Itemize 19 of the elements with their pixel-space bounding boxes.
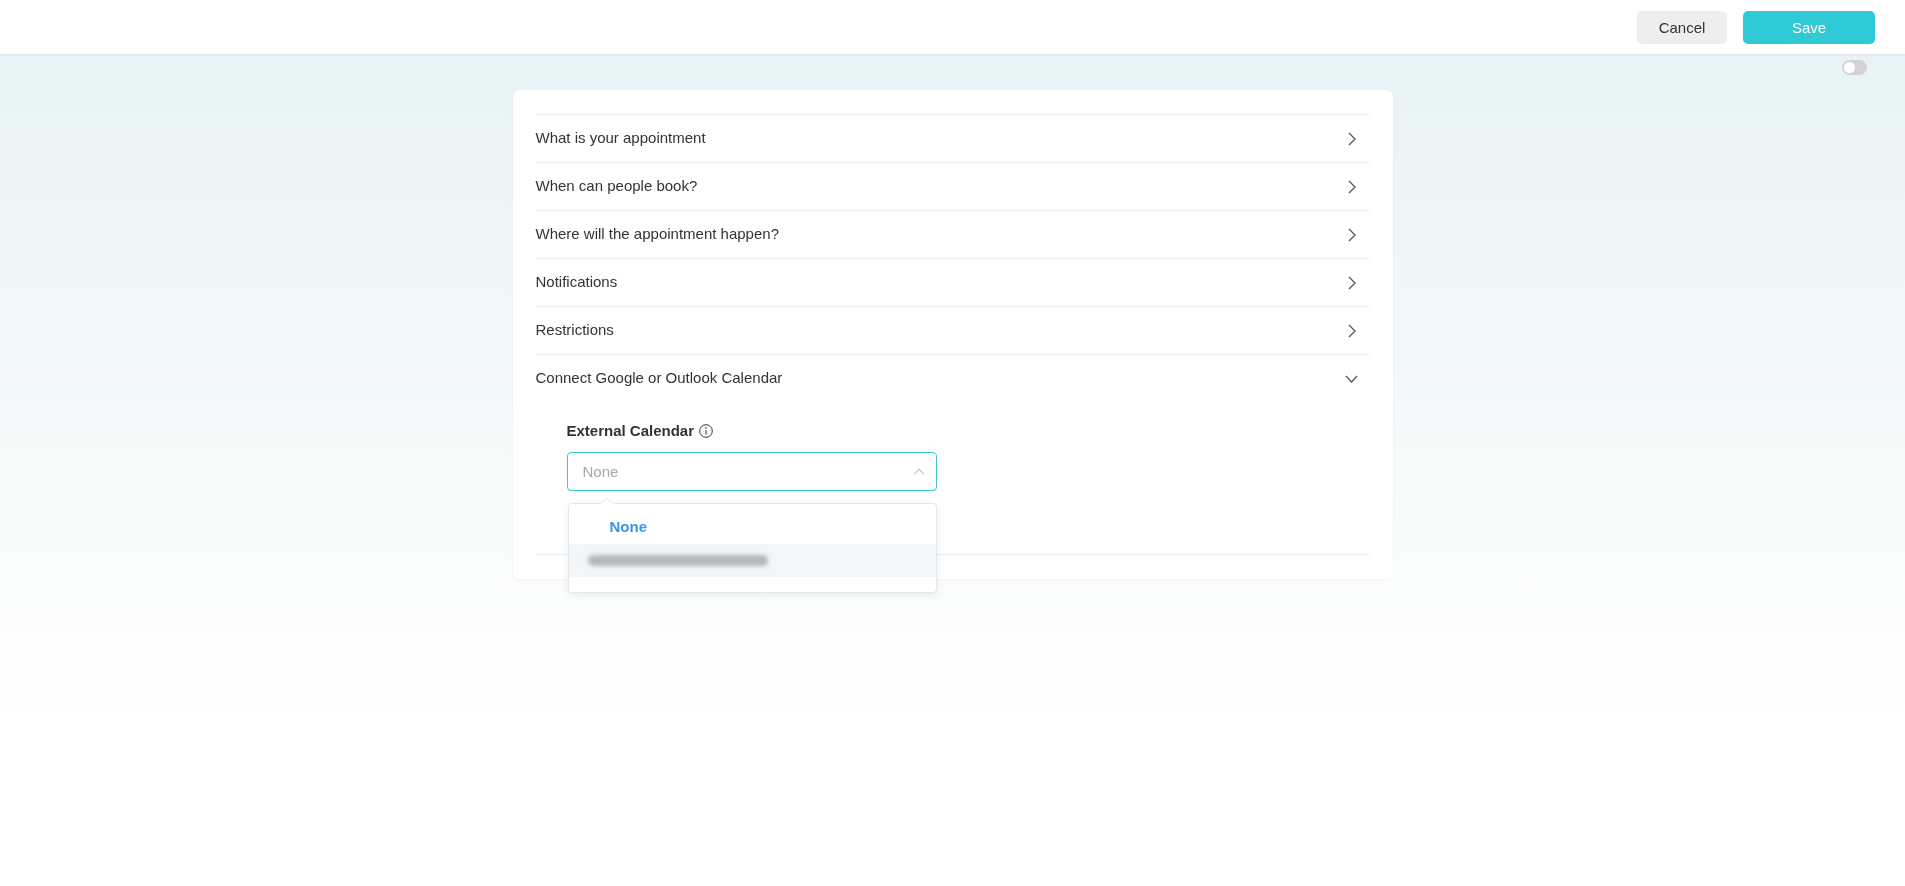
dropdown-option[interactable]	[568, 544, 936, 577]
accordion-header[interactable]: Connect Google or Outlook Calendar	[535, 355, 1370, 402]
select-field[interactable]: None	[566, 452, 937, 491]
info-icon	[699, 424, 714, 438]
accordion-header[interactable]: What is your appointment	[535, 115, 1370, 162]
accordion-header[interactable]: Where will the appointment happen?	[535, 211, 1370, 258]
chevron-right-icon	[1347, 275, 1356, 290]
chevron-up-icon	[912, 468, 925, 475]
chevron-right-icon	[1347, 227, 1356, 242]
chevron-right-icon	[1347, 179, 1356, 194]
accordion-header[interactable]: Notifications	[535, 259, 1370, 306]
chevron-right-icon	[1347, 131, 1356, 146]
chevron-right-icon	[1347, 323, 1356, 338]
toggle-switch[interactable]	[1842, 60, 1867, 75]
accordion-header[interactable]: When can people book?	[535, 163, 1370, 210]
accordion-header[interactable]: Restrictions	[535, 307, 1370, 354]
chevron-down-icon	[1344, 374, 1358, 383]
field-label: External Calendar	[566, 422, 695, 440]
cancel-button[interactable]: Cancel	[1637, 10, 1727, 44]
